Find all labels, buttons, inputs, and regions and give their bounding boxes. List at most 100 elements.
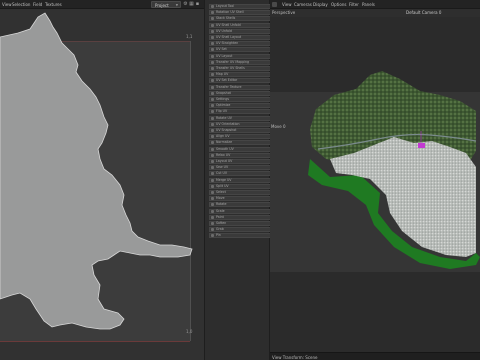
tool-button[interactable]: Map UV [209,72,271,78]
tool-icon [211,147,214,151]
tool-button[interactable]: UV Snapshot [209,128,271,133]
tool-icon [211,104,214,108]
tool-icon [211,54,214,58]
panel-menu-icon[interactable] [272,2,277,7]
tool-icon [211,79,214,83]
tool-icon [211,129,214,132]
tool-button[interactable]: Stack Shells [209,16,271,22]
tool-label: UV Set Editor [216,78,238,83]
tool-button[interactable]: Grab [209,227,271,233]
tool-icon [211,215,214,219]
tool-button[interactable]: Sew UV [209,165,271,171]
tool-label: Rotate [216,202,227,207]
tool-label: Layout UV [216,159,233,163]
tool-button[interactable]: Split UV [209,183,271,189]
tool-icon [211,203,214,207]
tool-button[interactable]: UV Set [209,47,271,53]
uv-menu-field[interactable]: Field [33,2,42,7]
tool-button[interactable]: Scale [209,208,271,214]
uv-menu-textures[interactable]: Textures [45,2,62,7]
tool-label: UV Shell Layout [216,35,242,39]
tool-button[interactable]: Paint [209,214,271,220]
viewport-menu-cameras[interactable]: Cameras [294,2,312,7]
tool-button[interactable]: Rotate UV [209,115,271,121]
tool-button[interactable]: Pin [209,233,271,239]
tool-button[interactable]: UV Orientation [209,121,271,127]
uv-menu-selection[interactable]: Selection [12,2,30,7]
tool-icon [211,222,214,225]
tool-label: UV Shell Unfold [216,22,241,27]
uv-editor-panel: View Selection Field Textures Project ▼ … [0,0,204,360]
viewport-menu-panels[interactable]: Panels [362,2,375,7]
tool-button[interactable]: Snapshot [209,90,271,96]
viewport-header: Perspective Default Camera 0 [270,9,480,17]
tool-button[interactable]: Settings [209,97,271,102]
tool-label: Smooth UV [216,146,234,151]
tool-label: UV Straighten [216,41,239,46]
tool-label: UV Snapshot [216,128,237,132]
uv-menu-view[interactable]: View [2,2,12,7]
tool-button[interactable]: Align UV [209,134,271,140]
tool-button[interactable]: Relax UV [209,152,271,158]
tool-button[interactable]: Optimize [209,103,271,109]
tool-label: Move [216,196,225,201]
perspective-label: Perspective [272,10,296,15]
tool-button[interactable]: Smooth UV [209,146,271,152]
tool-button[interactable]: UV Layout [209,53,271,59]
close-icon[interactable]: ▪ [195,2,200,7]
tool-button[interactable]: UV Unfold [209,28,271,34]
tool-button[interactable]: Layout UV [209,159,271,164]
tool-label: Rotate UV [216,115,232,120]
view-transform-status: View Transform: Scene [272,355,318,360]
tool-icon [211,17,214,21]
tool-label: Split UV [216,183,229,188]
tool-label: Stack Shells [216,16,236,21]
tool-button[interactable]: UV Set Editor [209,78,271,84]
tool-button[interactable]: Transfer UV Mapping [209,59,271,65]
3d-viewport-panel: View Cameras Display Options Filter Pane… [270,0,480,360]
tool-button[interactable]: Rotate [209,202,271,208]
tool-button[interactable]: Flip UV [209,109,271,115]
project-dropdown[interactable]: Project ▼ [151,1,181,8]
viewport-menu-options[interactable]: Options [331,2,346,7]
tool-button[interactable]: Transfer UV Shells [209,66,271,71]
tool-icon [211,116,214,120]
tool-button[interactable]: Cut UV [209,171,271,177]
grid-icon[interactable]: ▦ [189,2,194,7]
tool-button[interactable]: Transfer Texture [209,84,271,90]
viewport-menu-view[interactable]: View [282,2,292,7]
tool-icon [211,184,214,188]
tool-icon [211,98,214,101]
urban-area [330,137,476,257]
tool-button[interactable]: Soften [209,221,271,226]
tool-label: UV Layout [216,53,233,58]
uv-island-shape[interactable] [0,9,204,360]
terrain-model[interactable] [270,17,480,352]
camera-label[interactable]: Default Camera 0 [406,10,441,15]
tool-button[interactable]: UV Shell Layout [209,35,271,40]
tool-icon [211,178,214,182]
tool-button[interactable]: Layout Tool [209,4,271,9]
tool-label: Transfer Texture [216,84,242,89]
tool-label: Align UV [216,134,230,139]
tool-button[interactable]: Move [209,196,271,202]
tool-label: Transfer UV Shells [216,66,245,70]
tool-icon [211,160,214,163]
tool-button[interactable]: UV Straighten [209,41,271,47]
tool-icon [211,73,214,77]
tool-button[interactable]: UV Shell Unfold [209,22,271,28]
tool-button[interactable]: Normalize [209,140,271,146]
settings-icon[interactable]: ⚙ [183,2,188,7]
viewport-menu-display[interactable]: Display [313,2,328,7]
viewport-menubar: View Cameras Display Options Filter Pane… [270,0,480,9]
tool-button[interactable]: Select [209,190,271,195]
viewport-menu-filter[interactable]: Filter [349,2,359,7]
tool-icon [211,42,214,46]
tool-label: Settings [216,97,230,101]
uv-editor-viewport[interactable]: 1,1 1,0 [0,9,204,360]
tool-icon [211,60,214,64]
tool-icon [211,141,214,145]
tool-button[interactable]: Merge UV [209,177,271,183]
tool-button[interactable]: Rotation UV Shell [209,10,271,16]
tool-label: Merge UV [216,177,232,182]
